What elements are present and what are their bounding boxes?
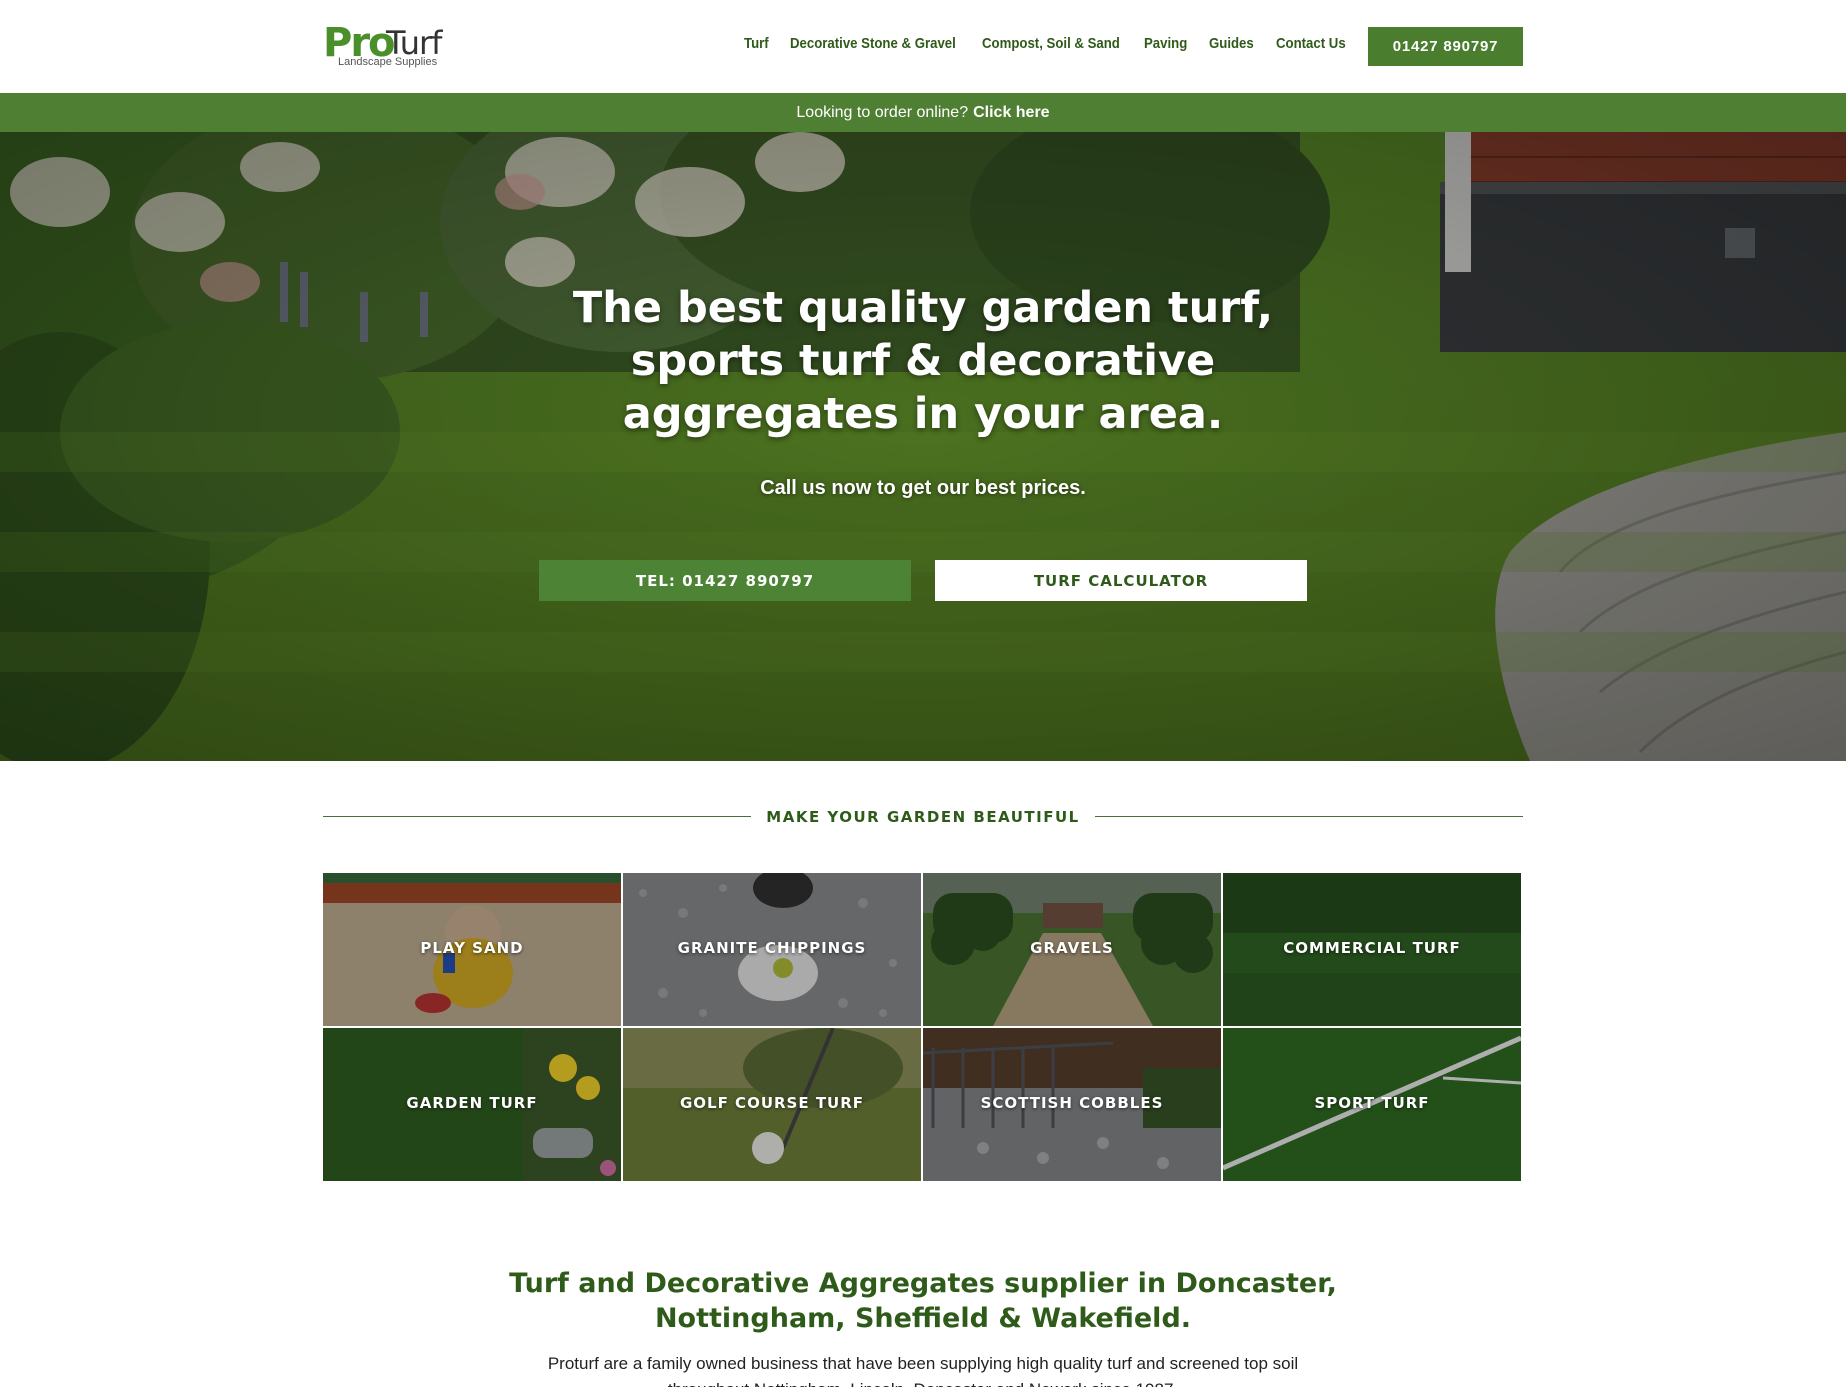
tile-garden-turf[interactable]: GARDEN TURF — [323, 1028, 621, 1181]
tile-label: COMMERCIAL TURF — [1283, 939, 1461, 957]
about-text: Proturf are a family owned business that… — [547, 1354, 1299, 1387]
section-heading: MAKE YOUR GARDEN BEAUTIFUL — [323, 806, 1523, 828]
tile-granite-chippings[interactable]: GRANITE CHIPPINGS — [623, 873, 921, 1026]
nav-item-paving[interactable]: Paving — [1144, 35, 1187, 52]
header-phone-button[interactable]: 01427 890797 — [1368, 27, 1523, 66]
tile-sport-turf[interactable]: SPORT TURF — [1223, 1028, 1521, 1181]
nav-item-decorative-stone[interactable]: Decorative Stone & Gravel — [790, 35, 956, 52]
product-grid: PLAY SAND GRANITE CHIPPINGS GRAVELS COMM… — [323, 873, 1523, 1181]
site-header: Pro Turf Landscape Supplies Turf Decorat… — [0, 0, 1846, 93]
tile-scottish-cobbles[interactable]: SCOTTISH COBBLES — [923, 1028, 1221, 1181]
tile-play-sand[interactable]: PLAY SAND — [323, 873, 621, 1026]
tile-gravels[interactable]: GRAVELS — [923, 873, 1221, 1026]
tile-golf-course-turf[interactable]: GOLF COURSE TURF — [623, 1028, 921, 1181]
site-logo[interactable]: Pro Turf Landscape Supplies — [323, 20, 453, 72]
promo-bar: Looking to order online? Click here — [0, 93, 1846, 132]
hero-title: The best quality garden turf, sports tur… — [572, 283, 1274, 439]
hero-call-button[interactable]: TEL: 01427 890797 — [539, 560, 911, 601]
heading-divider-right — [1095, 816, 1523, 817]
hero-background-image — [0, 132, 1846, 761]
nav-item-guides[interactable]: Guides — [1209, 35, 1254, 52]
hero-subtitle: Call us now to get our best prices. — [760, 477, 1086, 499]
tile-label: GARDEN TURF — [406, 1094, 538, 1112]
about-title: Turf and Decorative Aggregates supplier … — [509, 1268, 1337, 1334]
nav-item-turf[interactable]: Turf — [744, 35, 769, 52]
promo-text: Looking to order online? — [796, 103, 969, 121]
nav-item-contact[interactable]: Contact Us — [1276, 35, 1346, 52]
nav-item-compost-soil-sand[interactable]: Compost, Soil & Sand — [982, 35, 1120, 52]
turf-calculator-button[interactable]: TURF CALCULATOR — [935, 560, 1307, 601]
tile-commercial-turf[interactable]: COMMERCIAL TURF — [1223, 873, 1521, 1026]
tile-label: GRAVELS — [1030, 939, 1114, 957]
logo-tagline: Landscape Supplies — [338, 56, 438, 68]
tile-label: SCOTTISH COBBLES — [980, 1094, 1164, 1112]
section-heading-text: MAKE YOUR GARDEN BEAUTIFUL — [766, 808, 1080, 826]
tile-label: PLAY SAND — [420, 939, 524, 957]
tile-label: SPORT TURF — [1314, 1094, 1430, 1112]
tile-label: GOLF COURSE TURF — [679, 1094, 865, 1112]
hero-banner: The best quality garden turf, sports tur… — [0, 132, 1846, 761]
tile-label: GRANITE CHIPPINGS — [677, 939, 867, 957]
promo-link[interactable]: Click here — [973, 104, 1049, 122]
